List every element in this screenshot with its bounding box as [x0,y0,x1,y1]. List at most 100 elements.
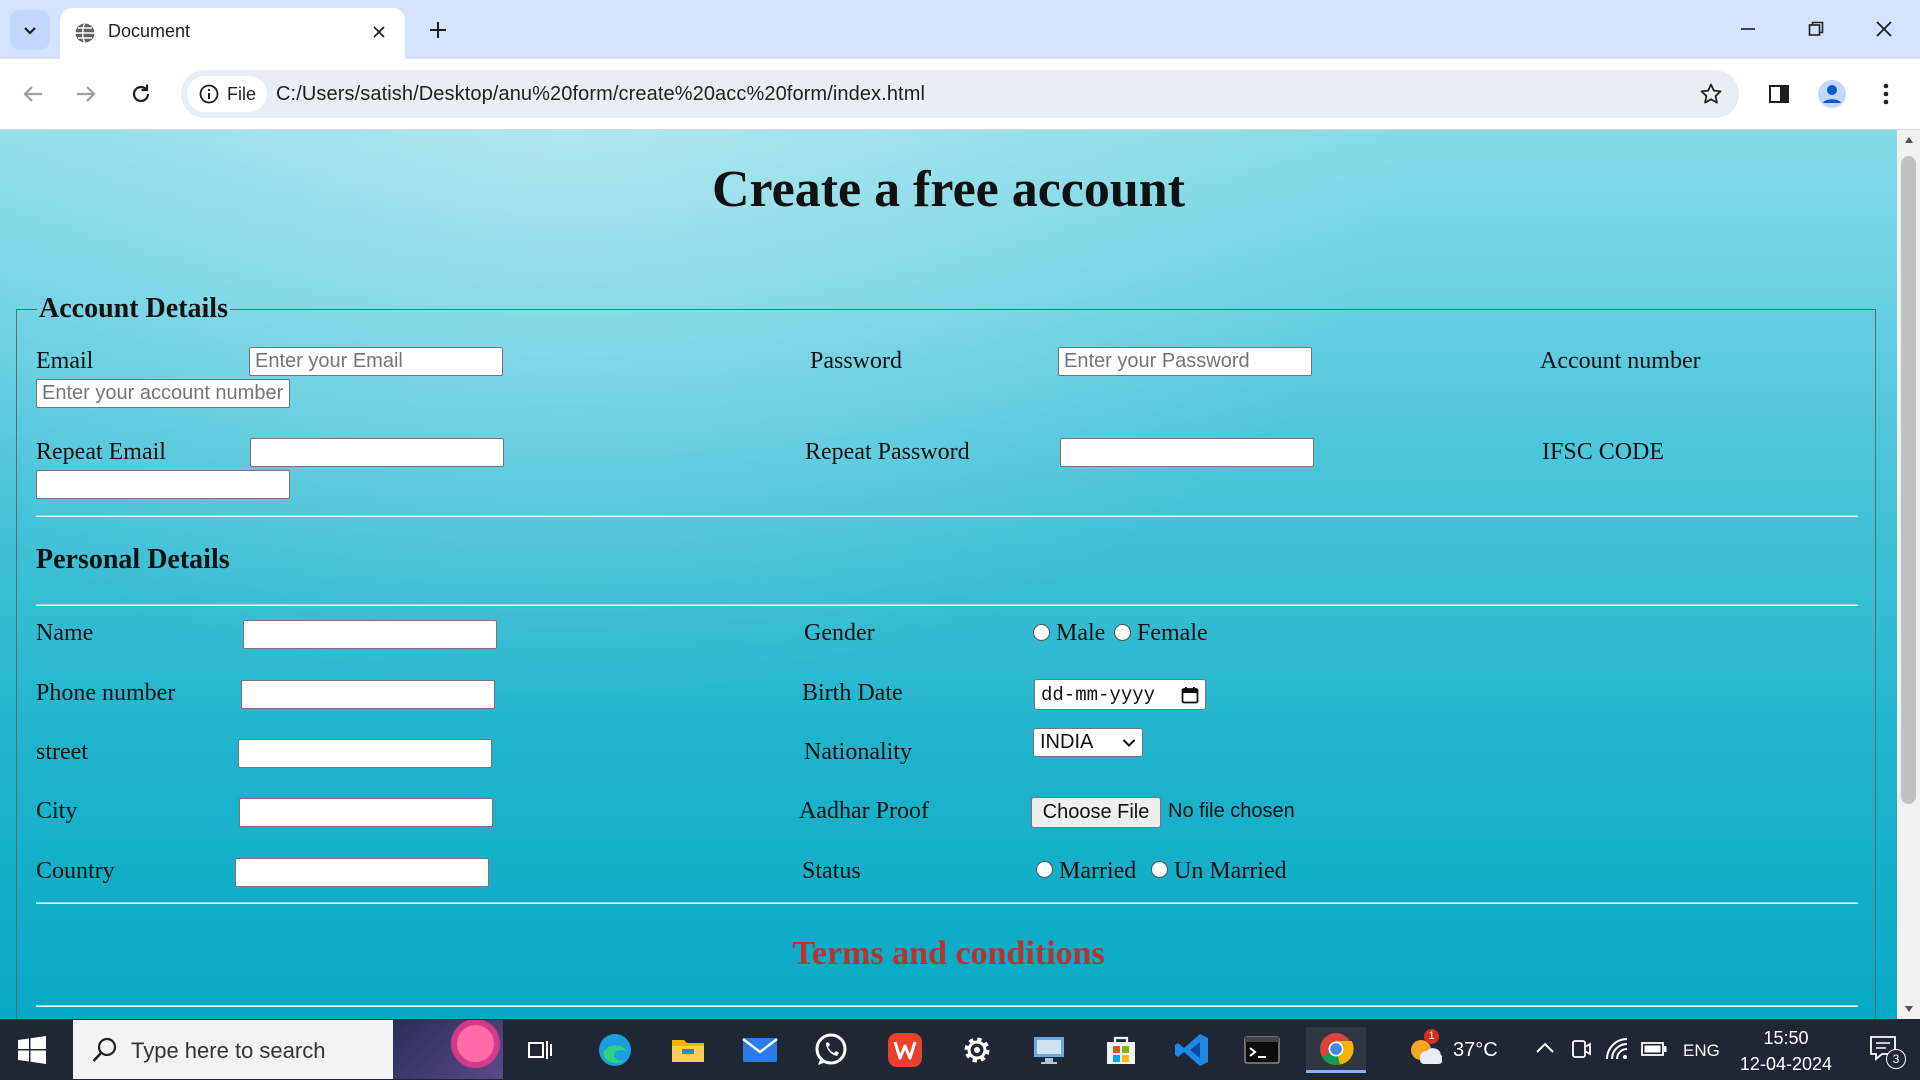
back-button[interactable] [13,74,53,114]
site-chip-label: File [227,83,257,104]
city-input[interactable] [239,798,493,827]
repeat-email-input[interactable] [250,438,504,467]
site-info-chip[interactable]: File [187,76,267,112]
new-tab-button[interactable] [420,12,456,48]
taskbar-edge-button[interactable] [590,1027,640,1073]
terms-heading: Terms and conditions [792,935,1105,972]
search-icon [92,1037,117,1062]
gender-label: Gender [804,620,875,646]
taskbar-clock[interactable]: 15:50 12-04-2024 [1740,1025,1832,1077]
name-label: Name [36,620,94,646]
status-married-radio[interactable] [1036,861,1053,878]
reload-button[interactable] [121,74,161,114]
taskbar-mail-button[interactable] [735,1027,785,1073]
remote-desktop-icon [1034,1037,1064,1064]
tab-strip: Document [0,0,1920,59]
restore-button[interactable] [1786,6,1846,52]
section-divider [36,604,1858,606]
close-window-button[interactable] [1854,6,1914,52]
chevron-up-icon[interactable] [1535,1041,1555,1055]
taskbar-vscode-button[interactable] [1167,1027,1217,1073]
country-input[interactable] [235,858,489,887]
personal-details-heading: Personal Details [36,544,230,575]
birth-date-input[interactable]: dd-mm-yyyy [1034,679,1206,710]
weather-badge: 1 [1424,1029,1439,1044]
close-icon [1876,21,1892,37]
browser-toolbar: File C:/Users/satish/Desktop/anu%20form/… [0,59,1920,130]
taskbar-wps-office-button[interactable] [880,1027,930,1073]
gender-female-radio[interactable] [1114,624,1131,641]
scroll-down-button[interactable] [1897,999,1920,1019]
aadhar-proof-label: Aadhar Proof [799,798,929,824]
nationality-select[interactable]: INDIA [1033,728,1143,757]
forward-button[interactable] [66,74,106,114]
bookmark-star-button[interactable] [1695,78,1727,110]
status-unmarried-radio[interactable] [1151,861,1168,878]
name-input[interactable] [243,620,497,649]
ifsc-code-input[interactable] [36,470,290,499]
taskbar-search-placeholder: Type here to search [131,1038,326,1063]
plus-icon [430,22,446,38]
url-text[interactable]: C:/Users/satish/Desktop/anu%20form/creat… [276,83,925,106]
status-unmarried-label: Un Married [1174,858,1287,884]
minimize-button[interactable] [1718,6,1778,52]
triangle-up-icon [1904,137,1913,143]
restore-icon [1808,21,1824,36]
account-number-input[interactable] [36,379,290,408]
page-title: Create a free account [711,161,1186,218]
street-label: street [36,739,88,765]
taskbar-remote-desktop-button[interactable] [1024,1027,1074,1073]
address-bar[interactable]: File C:/Users/satish/Desktop/anu%20form/… [181,70,1739,118]
side-panel-icon [1769,85,1789,103]
wifi-icon[interactable] [1605,1037,1631,1061]
taskbar-store-button[interactable] [1096,1027,1146,1073]
profile-button[interactable] [1812,74,1852,114]
file-status-text: No file chosen [1168,800,1295,822]
street-input[interactable] [238,739,492,768]
email-input[interactable] [249,347,503,376]
taskbar-terminal-button[interactable] [1237,1027,1287,1073]
scrollbar-thumb[interactable] [1901,156,1916,804]
gear-icon [964,1037,990,1063]
phone-label: Phone number [36,680,176,706]
phone-input[interactable] [241,680,495,709]
weather-temperature[interactable]: 37°C [1453,1039,1498,1062]
page-scrollbar[interactable] [1897,130,1920,1019]
account-details-legend: Account Details [39,293,228,324]
taskbar-file-explorer-button[interactable] [663,1027,713,1073]
browser-tab[interactable]: Document [60,8,405,59]
task-view-button[interactable] [515,1027,565,1073]
page-viewport: Create a free account Account Details Em… [0,130,1897,1019]
arrow-right-icon [77,86,96,102]
browser-menu-button[interactable] [1866,74,1906,114]
side-panel-button[interactable] [1759,74,1799,114]
taskbar: Type here to search 1 37°C ENG 15:50 12-… [0,1019,1920,1080]
battery-icon[interactable] [1641,1041,1667,1057]
taskbar-search-box[interactable]: Type here to search [73,1020,503,1079]
choose-file-button[interactable]: Choose File [1031,797,1161,828]
meet-now-icon[interactable] [1570,1037,1592,1061]
taskbar-settings-button[interactable] [952,1027,1002,1073]
scroll-up-button[interactable] [1897,130,1920,150]
tab-search-button[interactable] [10,10,50,50]
language-indicator[interactable]: ENG [1683,1041,1720,1061]
calendar-icon[interactable] [1181,686,1199,704]
gender-female-label: Female [1137,620,1208,646]
taskbar-chrome-button[interactable] [1306,1027,1366,1073]
password-input[interactable] [1058,347,1312,376]
mail-icon [742,1038,778,1062]
taskbar-whatsapp-button[interactable] [806,1027,856,1073]
chevron-down-icon [24,27,36,35]
password-label: Password [810,348,903,374]
microsoft-store-icon [1107,1036,1135,1064]
email-label: Email [36,348,94,374]
chrome-icon [1320,1032,1354,1065]
repeat-password-input[interactable] [1060,438,1314,467]
close-tab-icon[interactable] [367,20,391,44]
windows-start-icon[interactable] [18,1036,46,1064]
notification-center-button[interactable]: 3 [1868,1033,1908,1069]
gender-male-radio[interactable] [1033,624,1050,641]
clock-date: 12-04-2024 [1739,1054,1832,1074]
repeat-email-label: Repeat Email [36,439,166,465]
arrow-left-icon [23,86,42,102]
